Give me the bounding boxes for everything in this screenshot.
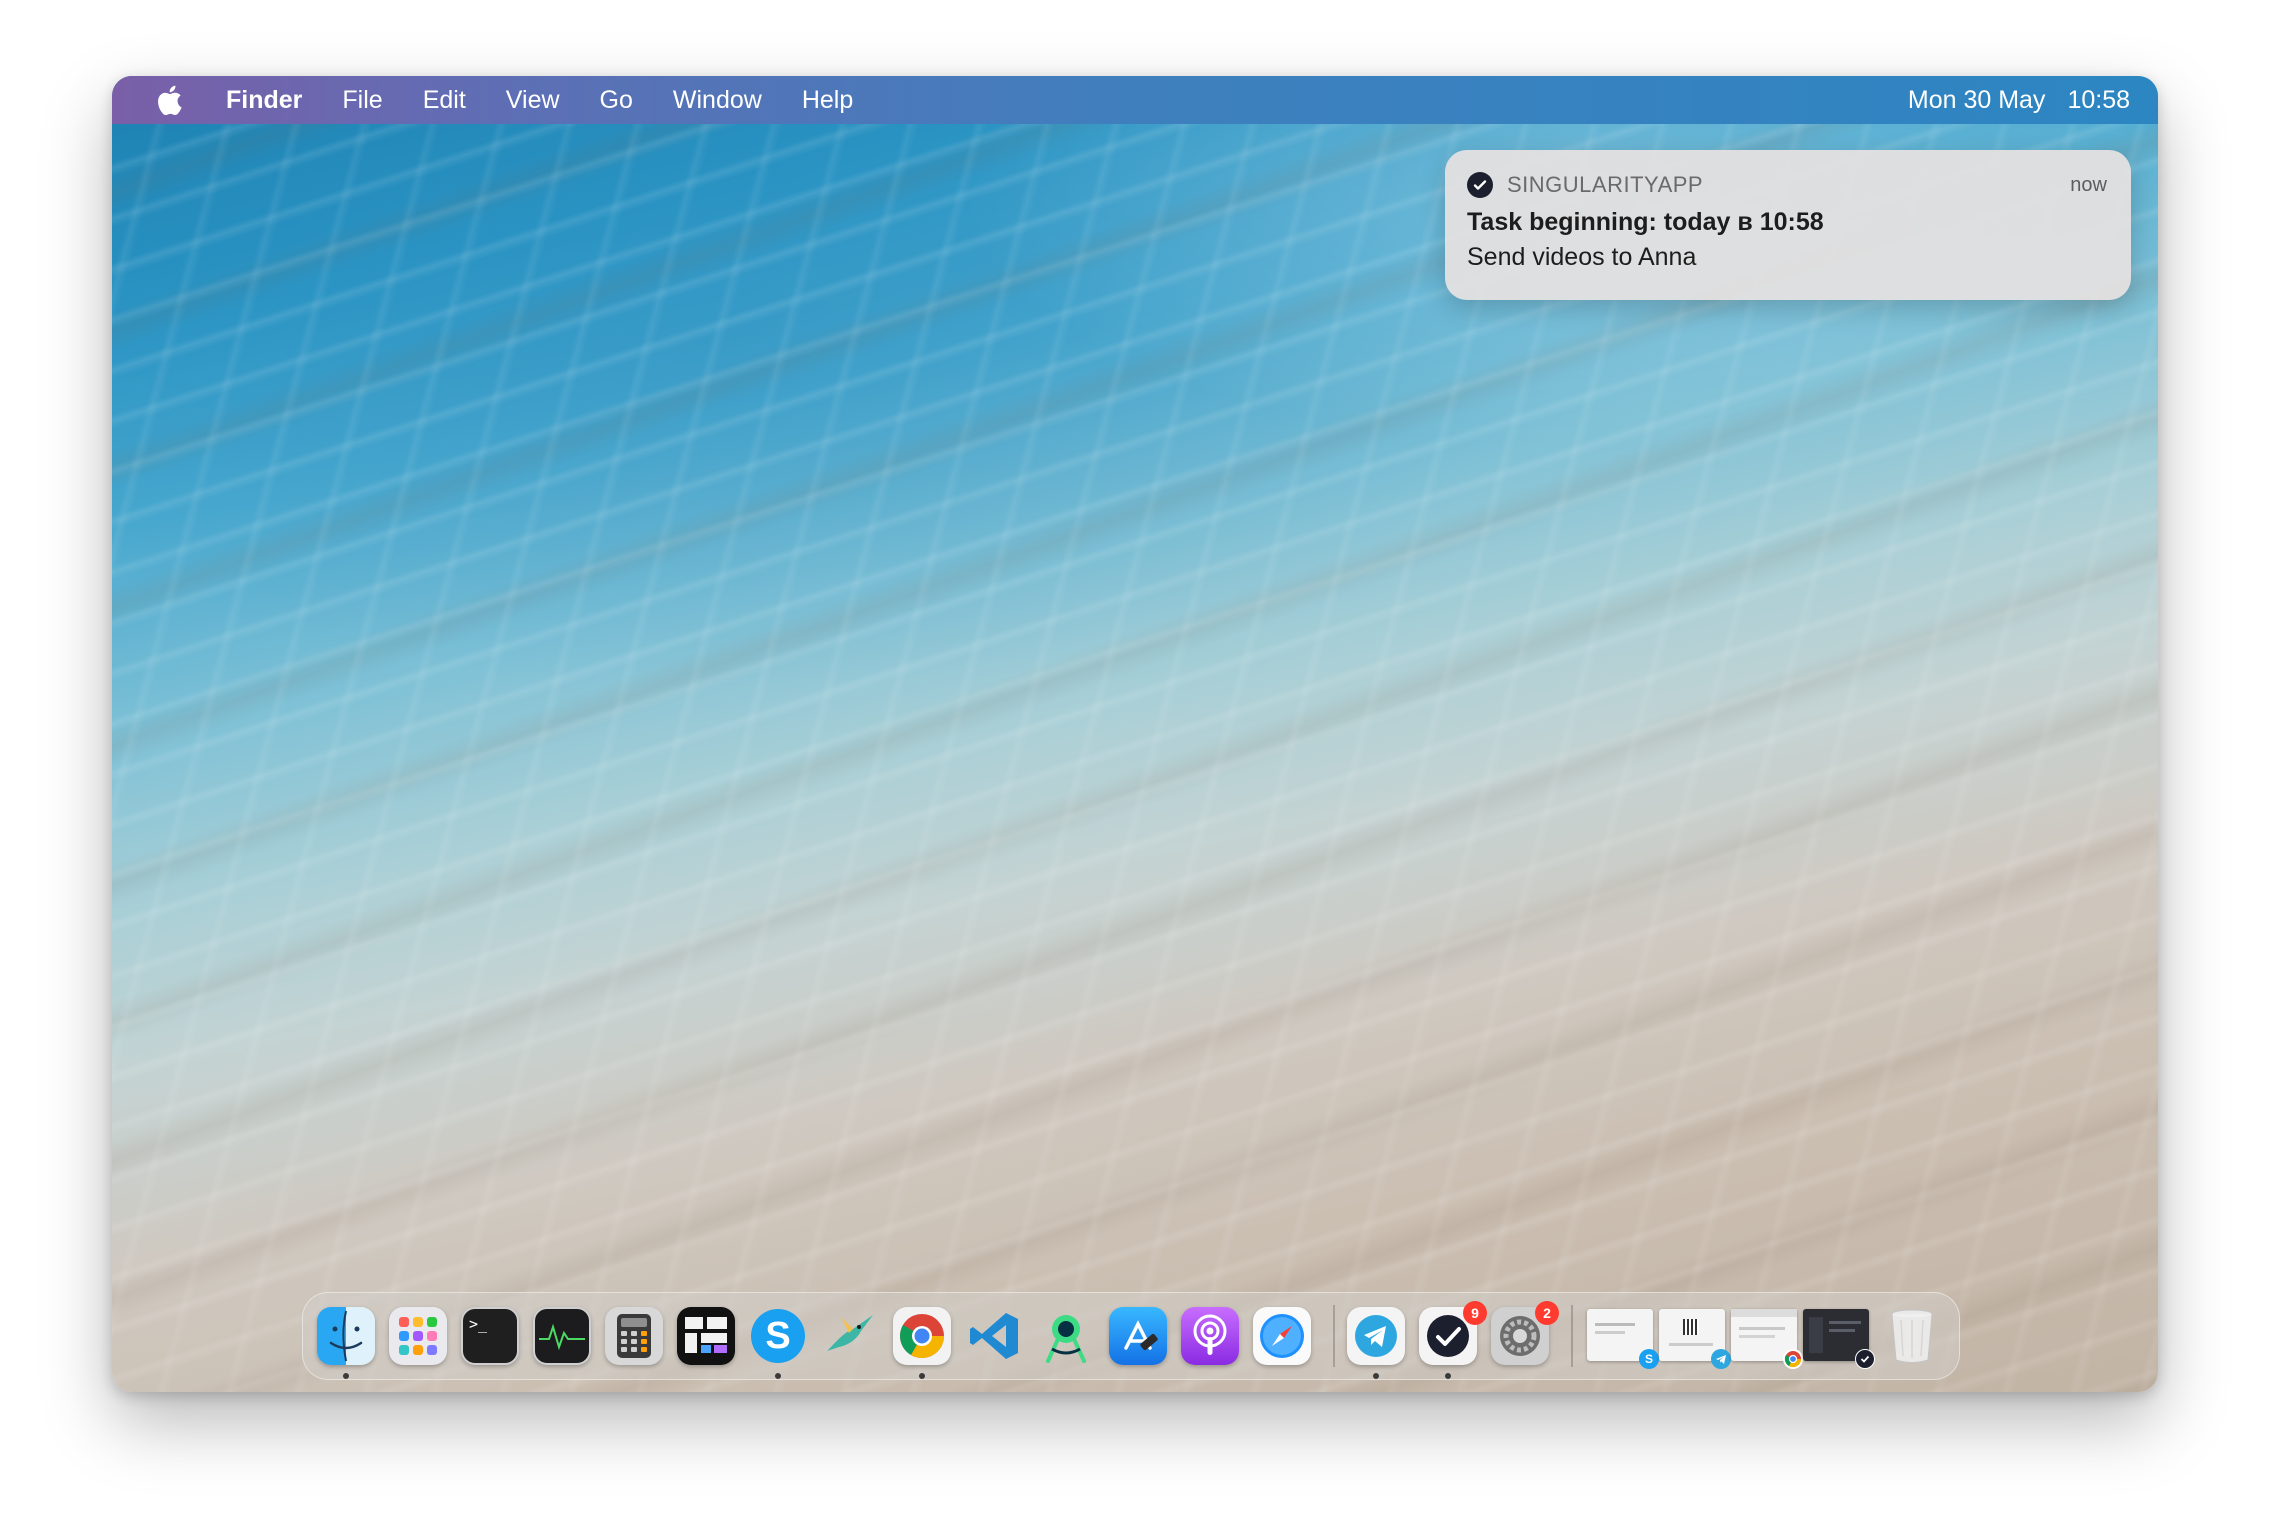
menu-bar: Finder File Edit View Go Window Help Mon… <box>112 76 2158 124</box>
notification-body: Send videos to Anna <box>1467 243 1697 271</box>
dock-separator <box>1333 1305 1335 1367</box>
menu-bar-clock[interactable]: Mon 30 May 10:58 <box>1908 86 2130 115</box>
singularity-icon <box>1467 172 1493 198</box>
terminal-glyph: >_ <box>469 1315 488 1333</box>
telegram-icon[interactable] <box>1347 1307 1405 1365</box>
skype-icon[interactable]: S <box>749 1307 807 1365</box>
menu-file[interactable]: File <box>342 86 382 115</box>
menu-finder[interactable]: Finder <box>226 86 302 115</box>
singularity-icon <box>1855 1349 1875 1369</box>
skype-icon: S <box>1639 1349 1659 1369</box>
notification-time: now <box>2070 173 2107 196</box>
finder-icon[interactable] <box>317 1307 375 1365</box>
menu-go[interactable]: Go <box>600 86 633 115</box>
app-store-icon[interactable] <box>1109 1307 1167 1365</box>
trash-icon[interactable] <box>1883 1307 1941 1365</box>
notification-app-name: SINGULARITYAPP <box>1507 172 1704 197</box>
menu-date: Mon 30 May <box>1907 85 2046 114</box>
notification-banner[interactable]: SINGULARITYAPP now Task beginning: today… <box>1445 150 2131 300</box>
activity-monitor-icon[interactable] <box>533 1307 591 1365</box>
menu-edit[interactable]: Edit <box>423 86 466 115</box>
chrome-icon[interactable] <box>893 1307 951 1365</box>
minimized-skype-window[interactable]: S <box>1587 1309 1659 1369</box>
mission-control-icon[interactable] <box>677 1307 735 1365</box>
minimized-singularity-window[interactable] <box>1803 1309 1875 1369</box>
vscode-icon[interactable] <box>965 1307 1023 1365</box>
dock-separator <box>1571 1305 1573 1367</box>
system-preferences-badge: 2 <box>1535 1301 1559 1325</box>
desktop: Finder File Edit View Go Window Help Mon… <box>112 76 2158 1392</box>
running-indicator <box>775 1373 781 1379</box>
dock: >_ S 9 2 S <box>302 1292 1960 1380</box>
chrome-icon <box>1783 1349 1803 1369</box>
android-studio-icon[interactable] <box>1037 1307 1095 1365</box>
menu-help[interactable]: Help <box>802 86 853 115</box>
hummingbird-icon[interactable] <box>821 1307 879 1365</box>
running-indicator <box>343 1373 349 1379</box>
menu-time: 10:58 <box>2067 85 2130 114</box>
launchpad-icon[interactable] <box>389 1307 447 1365</box>
running-indicator <box>1445 1373 1451 1379</box>
calculator-icon[interactable] <box>605 1307 663 1365</box>
telegram-icon <box>1711 1349 1731 1369</box>
menu-window[interactable]: Window <box>673 86 762 115</box>
podcasts-icon[interactable] <box>1181 1307 1239 1365</box>
menu-view[interactable]: View <box>506 86 560 115</box>
singularity-badge: 9 <box>1463 1301 1487 1325</box>
notification-title: Task beginning: today в 10:58 <box>1467 208 1824 236</box>
minimized-chrome-window[interactable] <box>1731 1309 1803 1369</box>
running-indicator <box>1373 1373 1379 1379</box>
apple-icon[interactable] <box>156 85 184 115</box>
terminal-icon[interactable]: >_ <box>461 1307 519 1365</box>
skype-glyph: S <box>751 1309 805 1363</box>
safari-icon[interactable] <box>1253 1307 1311 1365</box>
running-indicator <box>919 1373 925 1379</box>
minimized-telegram-window[interactable] <box>1659 1309 1731 1369</box>
